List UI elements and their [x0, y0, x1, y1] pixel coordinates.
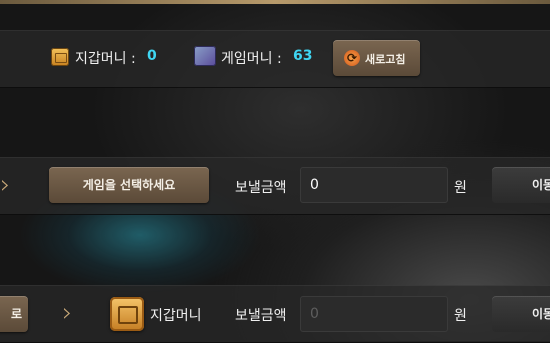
chevron-right-icon: ›: [0, 170, 11, 200]
game-money-label: 게임머니 :: [221, 51, 282, 67]
chevron-right-icon: ›: [62, 298, 73, 328]
top-accent-line: [0, 0, 550, 4]
currency-label-2: 원: [454, 308, 467, 324]
move-button-1[interactable]: 이동: [492, 167, 550, 203]
refresh-button[interactable]: ⟳ 새로고침: [333, 40, 420, 76]
select-game-button[interactable]: 게임을 선택하세요: [49, 167, 209, 203]
refresh-icon: ⟳: [344, 50, 360, 66]
amount-input-2[interactable]: [300, 296, 448, 332]
wallet-value: 0: [147, 48, 157, 64]
wallet-icon: [51, 48, 69, 66]
back-button[interactable]: 로: [0, 296, 28, 332]
safe-icon: [110, 297, 144, 331]
game-money-icon: [194, 46, 216, 66]
refresh-button-label: 새로고침: [365, 53, 406, 66]
currency-label-1: 원: [454, 180, 467, 196]
amount-label-2: 보낼금액: [235, 308, 287, 324]
wallet-money-label: 지갑머니: [150, 308, 202, 324]
amount-input-1[interactable]: [300, 167, 448, 203]
wallet-label: 지갑머니 :: [75, 51, 136, 67]
move-button-2[interactable]: 이동: [492, 296, 550, 332]
amount-label-1: 보낼금액: [235, 180, 287, 196]
game-money-value: 63: [293, 48, 313, 64]
